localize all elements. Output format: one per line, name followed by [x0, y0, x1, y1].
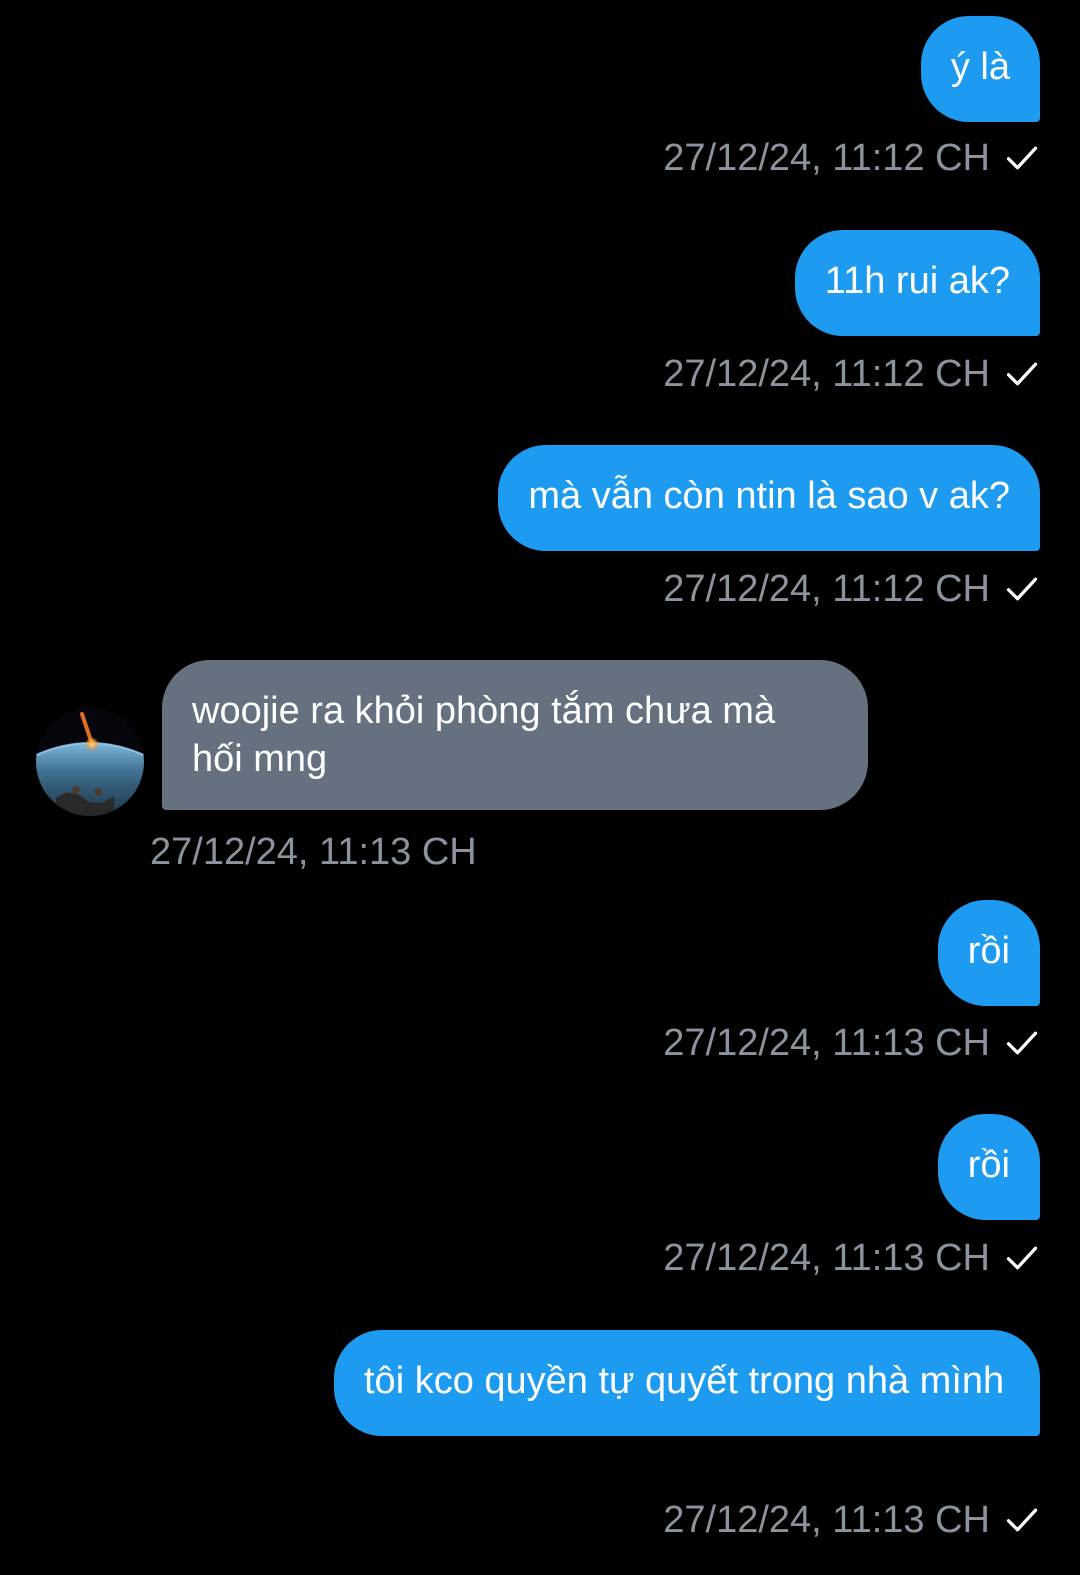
message-meta: 27/12/24, 11:13 CH — [663, 1498, 1040, 1542]
outgoing-message-bubble[interactable]: tôi kco quyền tự quyết trong nhà mình — [334, 1330, 1040, 1436]
check-icon — [1006, 1246, 1038, 1270]
check-icon — [1006, 362, 1038, 386]
earth-meteor-avatar — [36, 708, 144, 816]
check-icon — [1006, 1031, 1038, 1055]
message-text: woojie ra khỏi phòng tắm chưa mà hối mng — [192, 690, 776, 780]
message-meta: 27/12/24, 11:12 CH — [663, 136, 1040, 180]
message-timestamp: 27/12/24, 11:13 CH — [663, 1022, 990, 1064]
outgoing-message-bubble[interactable]: mà vẫn còn ntin là sao v ak? — [498, 445, 1040, 551]
check-icon — [1006, 1508, 1038, 1532]
message-text: ý là — [950, 46, 1010, 88]
message-timestamp: 27/12/24, 11:12 CH — [663, 568, 990, 610]
message-meta: 27/12/24, 11:13 CH — [663, 1236, 1040, 1280]
message-text: rồi — [967, 930, 1010, 972]
check-icon — [1006, 146, 1038, 170]
message-meta: 27/12/24, 11:12 CH — [663, 352, 1040, 396]
message-text: tôi kco quyền tự quyết trong nhà mình — [364, 1360, 1005, 1402]
outgoing-message-bubble[interactable]: rồi — [937, 1114, 1040, 1220]
message-text: mà vẫn còn ntin là sao v ak? — [528, 475, 1010, 517]
message-meta: 27/12/24, 11:12 CH — [663, 567, 1040, 611]
incoming-message-bubble[interactable]: woojie ra khỏi phòng tắm chưa mà hối mng — [162, 660, 868, 810]
message-meta: 27/12/24, 11:13 CH — [150, 830, 477, 874]
message-timestamp: 27/12/24, 11:12 CH — [663, 137, 990, 179]
message-meta: 27/12/24, 11:13 CH — [663, 1021, 1040, 1065]
check-icon — [1006, 577, 1038, 601]
message-list[interactable]: ý là 27/12/24, 11:12 CH 11h rui ak? 27/1… — [0, 0, 1080, 1575]
message-timestamp: 27/12/24, 11:13 CH — [663, 1499, 990, 1541]
message-text: 11h rui ak? — [824, 260, 1010, 302]
outgoing-message-bubble[interactable]: 11h rui ak? — [794, 230, 1040, 336]
message-timestamp: 27/12/24, 11:12 CH — [663, 353, 990, 395]
outgoing-message-bubble[interactable]: rồi — [937, 900, 1040, 1006]
message-timestamp: 27/12/24, 11:13 CH — [663, 1237, 990, 1279]
message-text: rồi — [967, 1144, 1010, 1186]
message-timestamp: 27/12/24, 11:13 CH — [150, 831, 477, 873]
outgoing-message-bubble[interactable]: ý là — [920, 16, 1040, 122]
contact-avatar[interactable] — [36, 708, 144, 816]
